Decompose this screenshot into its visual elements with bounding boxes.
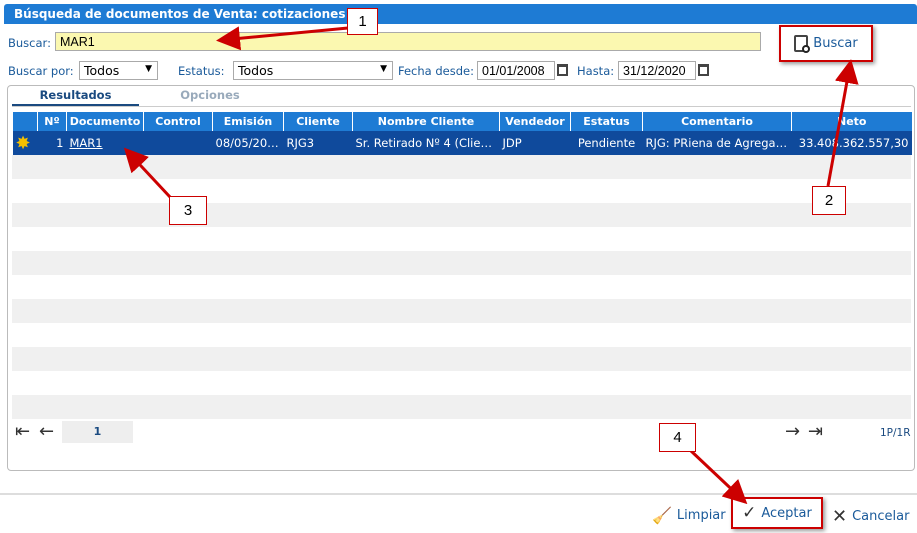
arrow-1 [216, 26, 349, 51]
annotation-3: 3 [169, 196, 207, 225]
arrow-3 [123, 147, 172, 199]
annotation-4: 4 [659, 423, 696, 452]
annotation-2: 2 [812, 186, 846, 215]
arrow-4 [688, 448, 748, 505]
arrow-2 [826, 59, 859, 187]
annotation-arrows [123, 26, 859, 505]
annotation-1: 1 [347, 8, 378, 35]
